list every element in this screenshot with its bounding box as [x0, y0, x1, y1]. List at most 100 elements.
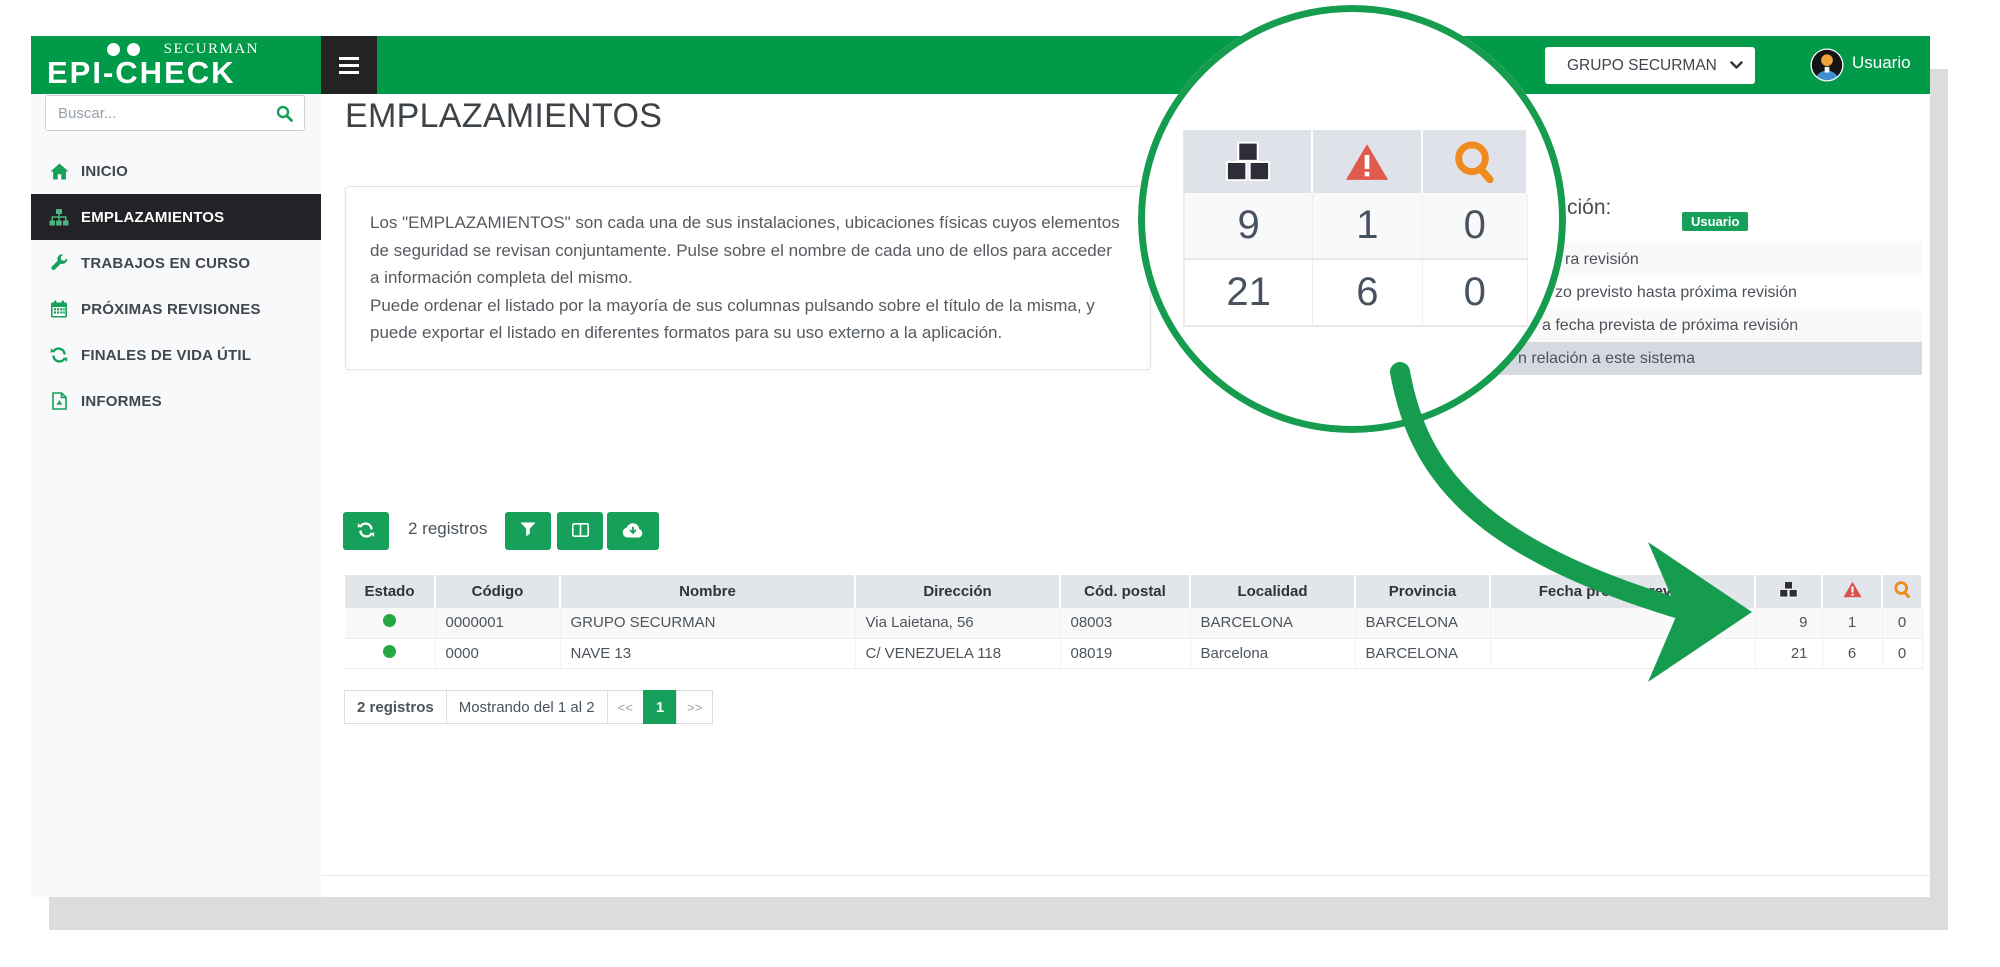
sidebar-item-label: EMPLAZAMIENTOS [81, 209, 224, 226]
columns-button[interactable] [557, 512, 603, 550]
column-header-search[interactable] [1882, 575, 1922, 608]
avatar[interactable] [1810, 48, 1844, 82]
group-select-value: GRUPO SECURMAN [1567, 57, 1717, 75]
app-name: EPI-CHECK [47, 55, 236, 91]
magnifier-ring [1138, 5, 1566, 433]
topbar: GRUPO SECURMAN Usuario [321, 36, 1930, 94]
home-icon [49, 163, 69, 180]
warning-icon [1843, 585, 1862, 602]
columns-icon [572, 523, 589, 540]
sidebar-item-trabajos-en-curso[interactable]: TRABAJOS EN CURSO [31, 240, 321, 286]
magnifier-overlay: 9 1 0 21 6 0 [1138, 5, 1566, 433]
provincia-cell: BARCELONA [1355, 608, 1490, 638]
column-header-estado[interactable]: Estado [345, 575, 435, 608]
table-row[interactable]: 0000001 GRUPO SECURMAN Via Laietana, 56 … [345, 608, 1922, 638]
legend-row: n relación a este sistema [1500, 342, 1922, 375]
search-icon[interactable] [276, 105, 293, 127]
menu-toggle-button[interactable] [321, 36, 377, 94]
warning-count-cell: 1 [1822, 608, 1882, 638]
status-dot-green [383, 645, 396, 658]
pagination-records: 2 registros [344, 690, 447, 724]
group-select[interactable]: GRUPO SECURMAN [1545, 47, 1755, 84]
status-dot-green [383, 614, 396, 627]
pagination-next-button[interactable]: >> [676, 690, 713, 724]
table-row[interactable]: 0000 NAVE 13 C/ VENEZUELA 118 08019 Barc… [345, 638, 1922, 668]
sidebar-item-informes[interactable]: INFORMES [31, 378, 321, 424]
calendar-icon [49, 300, 69, 318]
legend-heading: ción: [1567, 196, 1611, 220]
page-title: EMPLAZAMIENTOS [345, 97, 662, 136]
fecha-cell [1490, 608, 1755, 638]
pagination-prev-button[interactable]: << [607, 690, 644, 724]
cloud-download-icon [622, 522, 644, 541]
localidad-cell: Barcelona [1190, 638, 1355, 668]
pagination-showing: Mostrando del 1 al 2 [446, 690, 608, 724]
sidebar-nav: INICIO EMPLAZAMIENTOS TRABAJOS EN CURSO [31, 148, 321, 424]
status-cell [345, 608, 435, 638]
table-header-row: Estado Código Nombre Dirección Cód. post… [345, 575, 1922, 608]
filter-button[interactable] [505, 512, 551, 550]
provincia-cell: BARCELONA [1355, 638, 1490, 668]
legend-row: zo previsto hasta próxima revisión [1500, 276, 1922, 309]
cod-postal-cell: 08019 [1060, 638, 1190, 668]
search-icon [1894, 585, 1910, 602]
description-card: Los "EMPLAZAMIENTOS" son cada una de sus… [345, 186, 1151, 370]
direccion-cell: Via Laietana, 56 [855, 608, 1060, 638]
cod-postal-cell: 08003 [1060, 608, 1190, 638]
cubes-count-cell: 21 [1755, 638, 1822, 668]
column-header-cubes[interactable] [1755, 575, 1822, 608]
app-logo[interactable]: SECURMAN EPI-CHECK [31, 36, 321, 94]
nombre-link[interactable]: NAVE 13 [560, 638, 855, 668]
search-input[interactable] [46, 96, 256, 130]
user-label[interactable]: Usuario [1852, 53, 1911, 73]
wrench-icon [49, 254, 69, 272]
warning-count-cell: 6 [1822, 638, 1882, 668]
sidebar-item-emplazamientos[interactable]: EMPLAZAMIENTOS [31, 194, 321, 240]
sidebar-item-inicio[interactable]: INICIO [31, 148, 321, 194]
column-header-codigo[interactable]: Código [435, 575, 560, 608]
description-paragraph: Puede ordenar el listado por la mayoría … [370, 292, 1126, 347]
nombre-link[interactable]: GRUPO SECURMAN [560, 608, 855, 638]
description-paragraph: Los "EMPLAZAMIENTOS" son cada una de sus… [370, 209, 1126, 292]
pdf-icon [49, 392, 69, 410]
column-header-warning[interactable] [1822, 575, 1882, 608]
sidebar-item-finales-vida-util[interactable]: FINALES DE VIDA ÚTIL [31, 332, 321, 378]
sidebar-item-label: INFORMES [81, 393, 162, 410]
codigo-cell: 0000 [435, 638, 560, 668]
emplazamientos-table: Estado Código Nombre Dirección Cód. post… [345, 575, 1923, 669]
sidebar-item-proximas-revisiones[interactable]: PRÓXIMAS REVISIONES [31, 286, 321, 332]
column-header-direccion[interactable]: Dirección [855, 575, 1060, 608]
chevron-down-icon [1730, 57, 1743, 75]
app-window: SECURMAN EPI-CHECK INICIO [31, 36, 1930, 897]
codigo-cell: 0000001 [435, 608, 560, 638]
records-count: 2 registros [408, 519, 487, 539]
sidebar-item-label: FINALES DE VIDA ÚTIL [81, 347, 251, 364]
content-divider [321, 875, 1930, 876]
refresh-icon [49, 347, 69, 363]
pagination: 2 registros Mostrando del 1 al 2 << 1 >> [345, 690, 713, 724]
pagination-page-1-button[interactable]: 1 [643, 690, 677, 724]
filter-icon [520, 522, 536, 540]
legend-list: ra revisión zo previsto hasta próxima re… [1500, 243, 1922, 375]
column-header-cod-postal[interactable]: Cód. postal [1060, 575, 1190, 608]
cubes-count-cell: 9 [1755, 608, 1822, 638]
refresh-icon [357, 522, 375, 541]
sidebar: SECURMAN EPI-CHECK INICIO [31, 36, 321, 897]
status-cell [345, 638, 435, 668]
column-header-provincia[interactable]: Provincia [1355, 575, 1490, 608]
sitemap-icon [49, 209, 69, 226]
page-canvas: SECURMAN EPI-CHECK INICIO [0, 0, 2000, 967]
column-header-localidad[interactable]: Localidad [1190, 575, 1355, 608]
cubes-icon [1779, 585, 1798, 602]
column-header-nombre[interactable]: Nombre [560, 575, 855, 608]
column-header-fecha-proxima-revision[interactable]: Fecha próxima revisión [1490, 575, 1755, 608]
sidebar-item-label: INICIO [81, 163, 128, 180]
sidebar-item-label: PRÓXIMAS REVISIONES [81, 301, 261, 318]
legend-row: a fecha prevista de próxima revisión [1500, 309, 1922, 342]
sidebar-item-label: TRABAJOS EN CURSO [81, 255, 250, 272]
direccion-cell: C/ VENEZUELA 118 [855, 638, 1060, 668]
refresh-button[interactable] [343, 512, 389, 550]
export-button[interactable] [607, 512, 659, 550]
search-count-cell: 0 [1882, 638, 1922, 668]
fecha-cell [1490, 638, 1755, 668]
